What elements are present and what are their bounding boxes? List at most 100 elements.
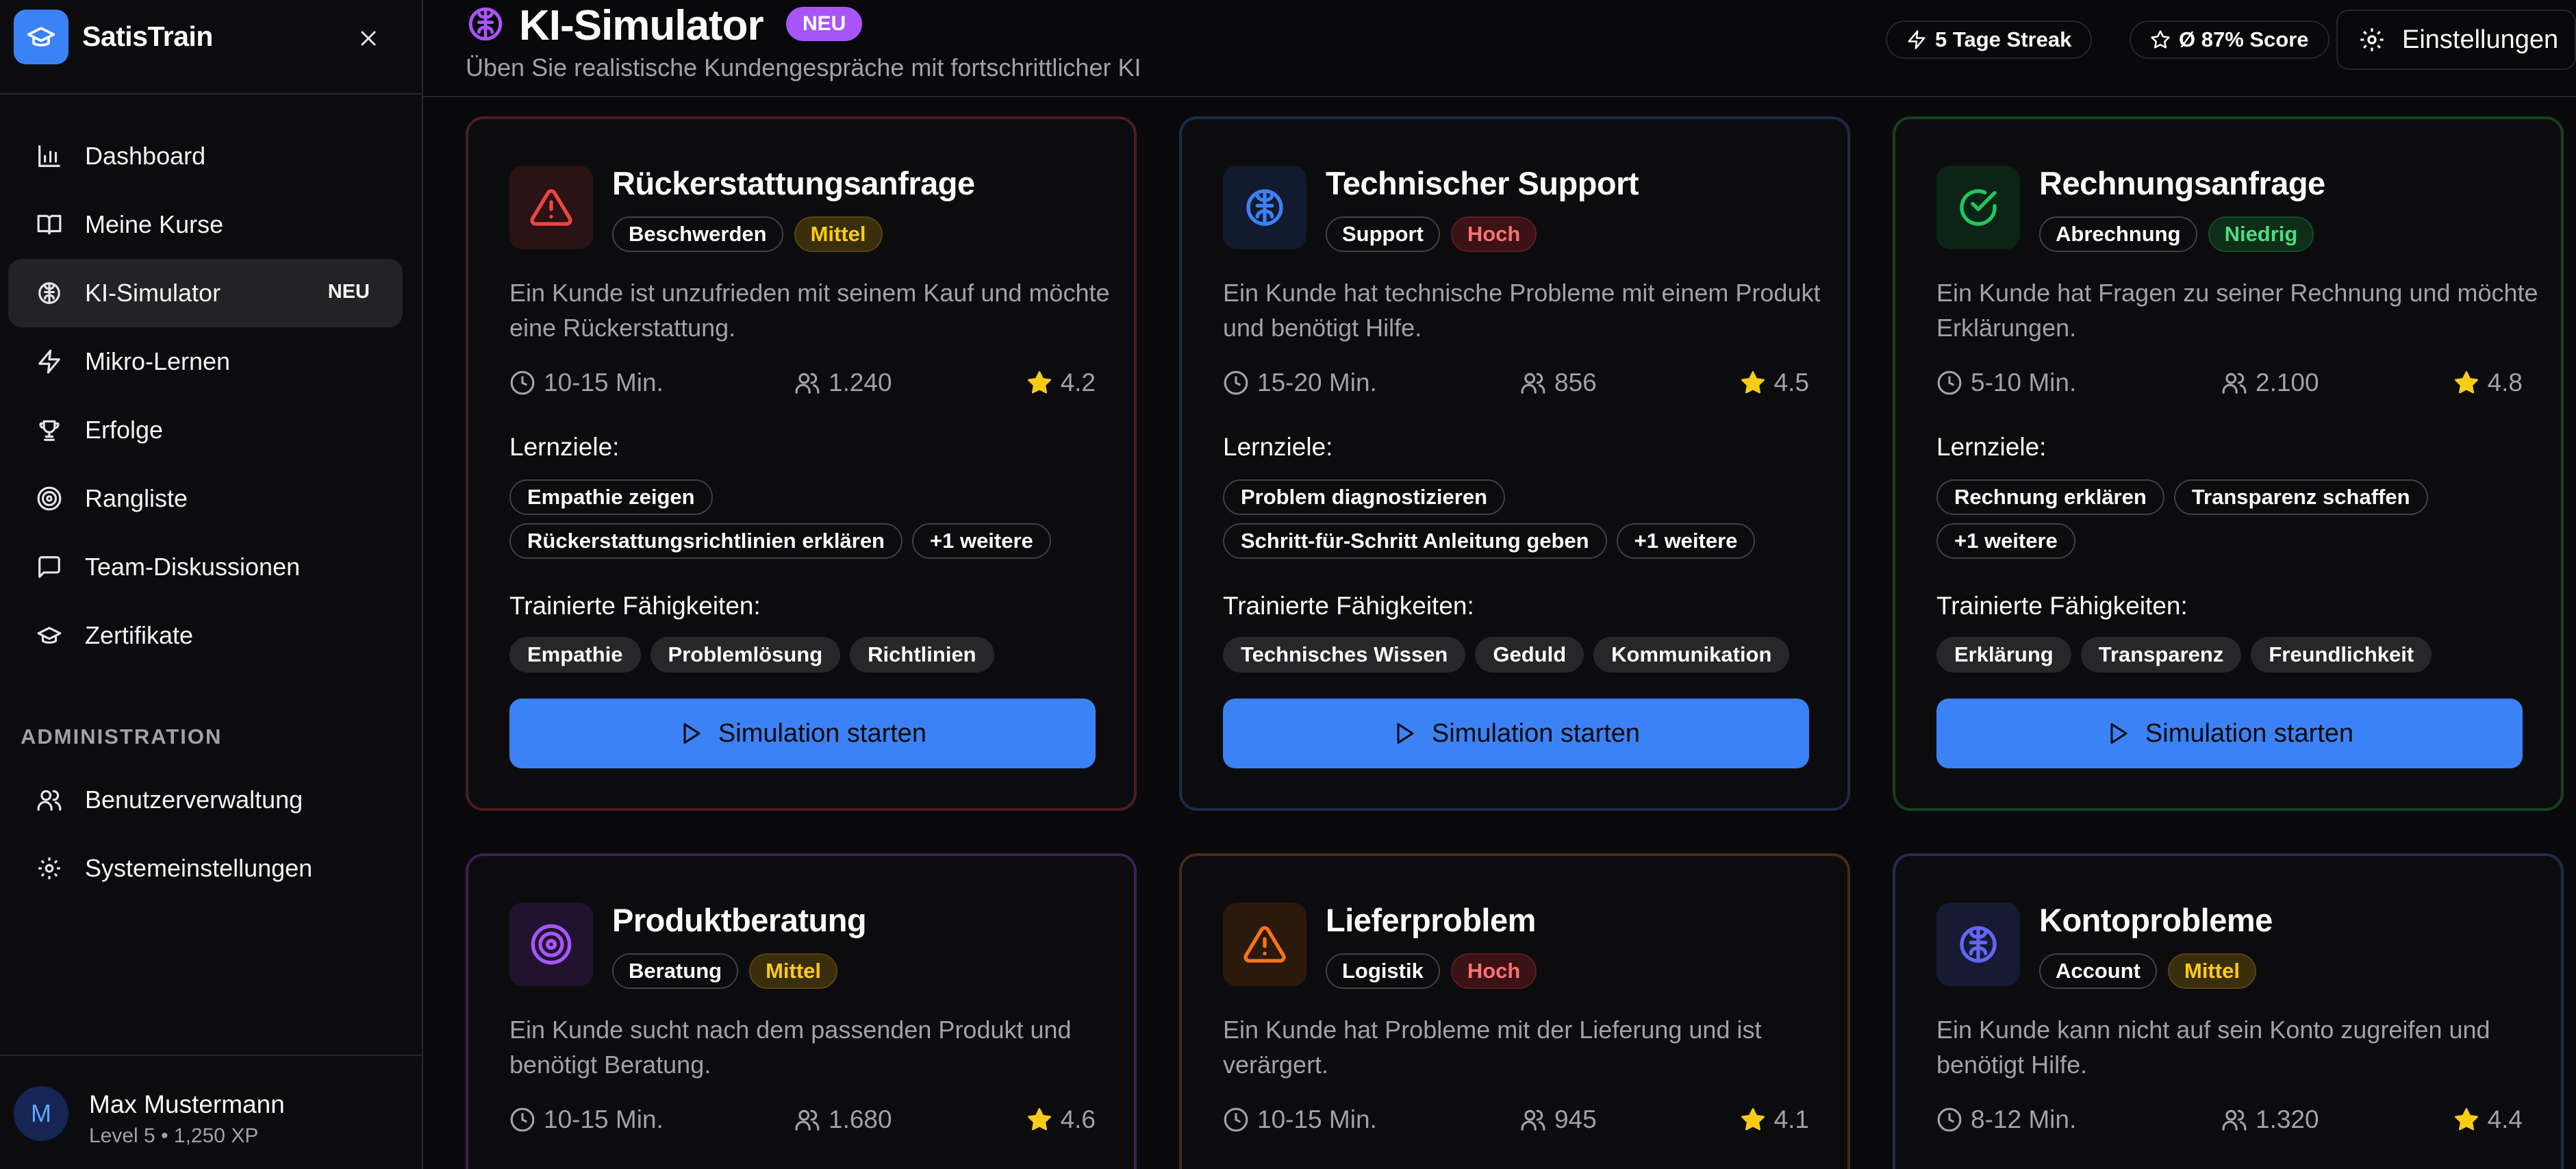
skill-chip: Freundlichkeit (2251, 637, 2432, 673)
new-badge: NEU (327, 281, 370, 303)
scenario-card-rechnungsanfrage: Rechnungsanfrage Abrechnung Niedrig Ein … (1893, 116, 2564, 811)
start-label: Simulation starten (718, 718, 927, 748)
users-icon (794, 370, 820, 396)
users-icon (1520, 370, 1546, 396)
user-name: Max Mustermann (89, 1090, 285, 1118)
card-meta: 10-15 Min. 1.680 4.6 (509, 1105, 1096, 1138)
scenario-card-technischer-support: Technischer Support Support Hoch Ein Kun… (1179, 116, 1850, 811)
app-name: SatisTrain (82, 21, 213, 52)
goals-list: Rechnung erklären Transparenz schaffen +… (1936, 479, 2539, 559)
goal-chip: Problem diagnostizieren (1223, 479, 1506, 515)
more-goals-chip[interactable]: +1 weitere (1616, 523, 1756, 559)
difficulty-tag: Niedrig (2208, 216, 2314, 252)
participants-value: 945 (1554, 1105, 1597, 1133)
nav-item-ki-simulator[interactable]: KI-Simulator NEU (8, 259, 403, 327)
nav-label: KI-Simulator (85, 279, 221, 307)
settings-button[interactable]: Einstellungen (2336, 10, 2576, 70)
nav-item-systemeinstellungen[interactable]: Systemeinstellungen (8, 834, 403, 903)
goal-chip: Transparenz schaffen (2173, 479, 2428, 515)
streak-pill: 5 Tage Streak (1886, 21, 2093, 59)
bar-chart-icon (34, 141, 64, 171)
duration: 10-15 Min. (1223, 1105, 1377, 1134)
nav-item-mikro-lernen[interactable]: Mikro-Lernen (8, 327, 403, 396)
message-icon (34, 552, 64, 582)
participants-value: 1.680 (829, 1105, 892, 1133)
users-icon (2221, 370, 2247, 396)
nav-item-benutzerverwaltung[interactable]: Benutzerverwaltung (8, 766, 403, 834)
page-header: KI-Simulator NEU Üben Sie realistische K… (423, 0, 2576, 97)
gear-icon (34, 853, 64, 883)
user-profile[interactable]: M Max Mustermann Level 5 • 1,250 XP (0, 1055, 422, 1169)
score-pill: Ø 87% Score (2130, 21, 2329, 59)
start-label: Simulation starten (1431, 718, 1641, 748)
admin-nav: Benutzerverwaltung Systemeinstellungen (8, 766, 403, 903)
participants: 2.100 (2221, 368, 2319, 397)
skills-heading: Trainierte Fähigkeiten: (1936, 592, 2188, 620)
card-description: Ein Kunde hat technische Probleme mit ei… (1223, 279, 1821, 342)
start-simulation-button[interactable]: Simulation starten (1936, 699, 2523, 768)
participants: 1.680 (794, 1105, 892, 1134)
duration-value: 10-15 Min. (544, 368, 664, 397)
nav-item-zertifikate[interactable]: Zertifikate (8, 601, 403, 670)
target-icon (34, 483, 64, 514)
brain-icon (1223, 166, 1306, 249)
clock-icon (509, 1107, 535, 1133)
goal-chip: Schritt-für-Schritt Anleitung geben (1223, 523, 1607, 559)
difficulty-tag: Hoch (1450, 216, 1537, 252)
nav-item-team-diskussionen[interactable]: Team-Diskussionen (8, 533, 403, 601)
skill-chip: Kommunikation (1593, 637, 1790, 673)
skill-chip: Transparenz (2080, 637, 2242, 673)
category-tag: Beratung (612, 953, 739, 989)
more-goals-chip[interactable]: +1 weitere (1936, 523, 2075, 559)
card-title: Produktberatung (612, 902, 867, 938)
skill-chip: Erklärung (1936, 637, 2071, 673)
nav-label: Rangliste (85, 484, 188, 512)
skills-heading: Trainierte Fähigkeiten: (509, 592, 761, 620)
goals-heading: Lernziele: (1936, 433, 2047, 461)
nav-label: Dashboard (85, 142, 206, 170)
card-tags: Beratung Mittel (612, 953, 838, 989)
card-description: Ein Kunde kann nicht auf sein Konto zugr… (1936, 1016, 2490, 1079)
star-icon (1740, 370, 1766, 396)
trophy-icon (34, 415, 64, 445)
goals-list: Problem diagnostizieren Schritt-für-Schr… (1223, 479, 1826, 559)
card-meta: 15-20 Min. 856 4.5 (1223, 368, 1809, 401)
clock-icon (1936, 1107, 1962, 1133)
card-title: Rechnungsanfrage (2039, 165, 2325, 201)
star-icon (2453, 370, 2479, 396)
category-tag: Account (2039, 953, 2157, 989)
rating-value: 4.2 (1060, 368, 1096, 397)
card-meta: 10-15 Min. 1.240 4.2 (509, 368, 1096, 401)
card-tags: Logistik Hoch (1326, 953, 1537, 989)
duration: 10-15 Min. (509, 368, 664, 397)
skill-chip: Technisches Wissen (1223, 637, 1466, 673)
category-tag: Support (1326, 216, 1440, 252)
difficulty-tag: Mittel (749, 953, 838, 989)
card-description: Ein Kunde hat Probleme mit der Lieferung… (1223, 1016, 1762, 1079)
more-goals-chip[interactable]: +1 weitere (912, 523, 1051, 559)
close-sidebar-icon[interactable] (353, 23, 383, 53)
card-meta: 10-15 Min. 945 4.1 (1223, 1105, 1809, 1138)
alert-triangle-icon (1223, 903, 1306, 986)
duration-value: 10-15 Min. (544, 1105, 664, 1133)
start-simulation-button[interactable]: Simulation starten (509, 699, 1096, 768)
participants-value: 856 (1554, 368, 1597, 397)
nav-item-erfolge[interactable]: Erfolge (8, 396, 403, 464)
skill-chip: Geduld (1475, 637, 1584, 673)
scenario-card-kontoprobleme: Kontoprobleme Account Mittel Ein Kunde k… (1893, 853, 2564, 1169)
goal-chip: Empathie zeigen (509, 479, 713, 515)
skills-list: Empathie Problemlösung Richtlinien (509, 637, 1112, 673)
card-description: Ein Kunde sucht nach dem passenden Produ… (509, 1016, 1072, 1079)
participants: 1.240 (794, 368, 892, 397)
nav-item-dashboard[interactable]: Dashboard (8, 122, 403, 190)
nav-item-meine-kurse[interactable]: Meine Kurse (8, 190, 403, 259)
skills-list: Technisches Wissen Geduld Kommunikation (1223, 637, 1826, 673)
users-icon (794, 1107, 820, 1133)
user-level: Level 5 • 1,250 XP (89, 1124, 259, 1147)
nav-item-rangliste[interactable]: Rangliste (8, 464, 403, 533)
clock-icon (1223, 1107, 1249, 1133)
start-simulation-button[interactable]: Simulation starten (1223, 699, 1809, 768)
category-tag: Beschwerden (612, 216, 783, 252)
gear-icon (2358, 26, 2386, 53)
nav-label: Benutzerverwaltung (85, 785, 303, 814)
